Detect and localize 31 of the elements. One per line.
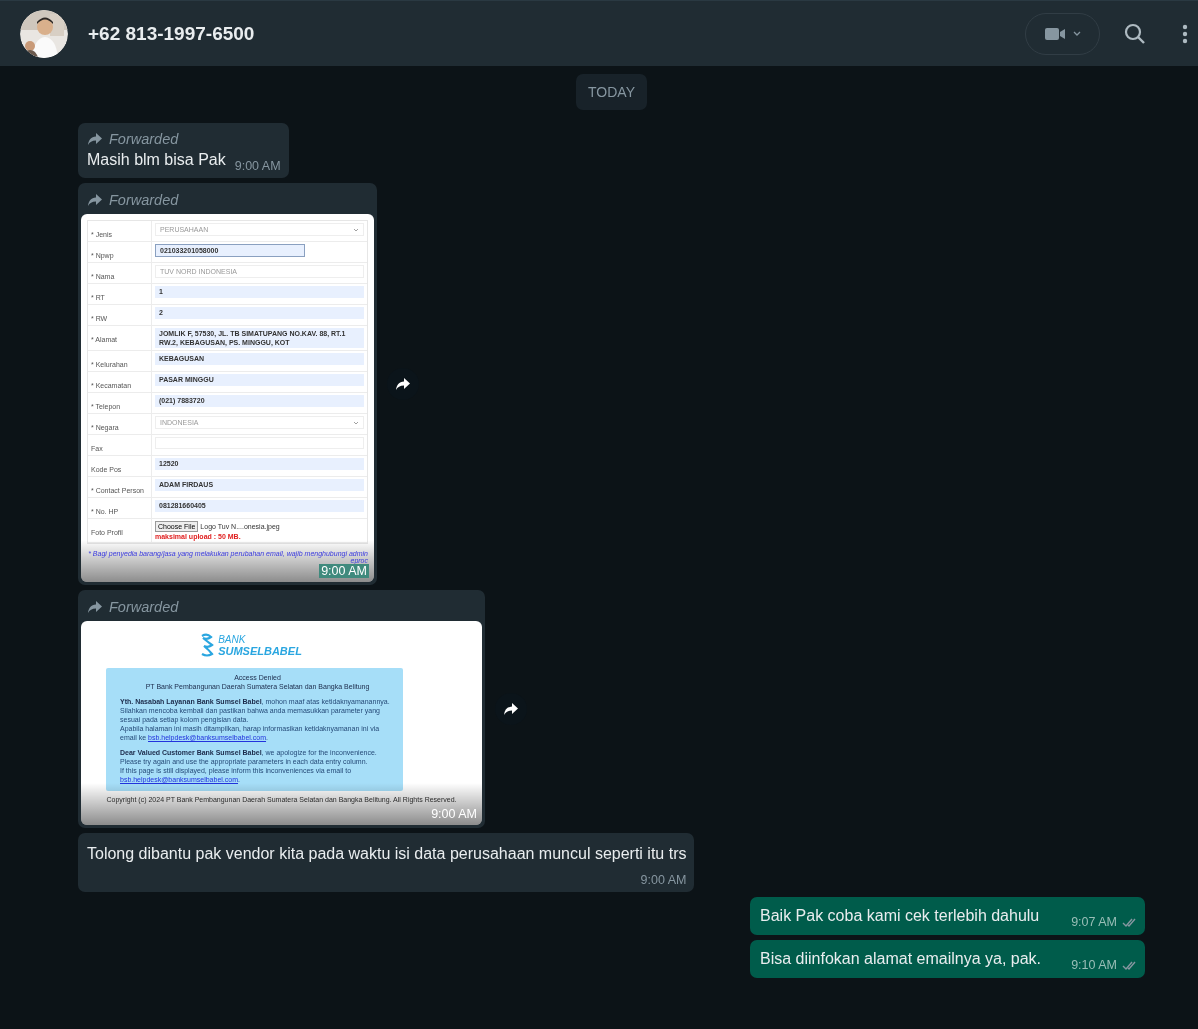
screenshot-image[interactable]	[81, 621, 482, 825]
forwarded-label: Forwarded	[109, 599, 179, 615]
share-icon	[395, 377, 411, 391]
message-text: Bisa diinfokan alamat emailnya ya, pak.	[760, 949, 1042, 969]
video-call-button[interactable]	[1025, 12, 1100, 55]
message-time: 9:00 AM	[640, 873, 687, 887]
forwarded-label: Forwarded	[109, 131, 179, 147]
chevron-icon	[353, 420, 359, 425]
message-time: 9:07 AM	[1071, 915, 1117, 929]
forward-icon	[87, 132, 103, 146]
date-chip: TODAY	[576, 74, 647, 110]
caret-icon	[1073, 30, 1081, 37]
message-text: Tolong dibantu pak vendor kita pada waktu isi data perusahaan muncul seperti itu trs	[87, 844, 687, 864]
menu-icon[interactable]	[1182, 22, 1188, 45]
message-time: 9:00 AM	[431, 807, 477, 821]
message-text: Baik Pak coba kami cek terlebih dahulu	[760, 906, 1040, 926]
message-time: 9:00 AM	[319, 564, 369, 578]
forwarded-label: Forwarded	[109, 192, 179, 208]
logo-text: SUMSELBABEL	[218, 644, 302, 657]
forward-icon	[87, 193, 103, 207]
forward-icon	[87, 600, 103, 614]
share-icon	[503, 702, 519, 716]
message-time: 9:00 AM	[234, 159, 281, 173]
message-time: 9:10 AM	[1071, 958, 1117, 972]
chevron-icon	[353, 227, 359, 232]
video-camera-icon	[1044, 25, 1066, 42]
logo-text: BANK	[218, 634, 247, 645]
message-text: Masih blm bisa Pak	[87, 150, 226, 170]
logo-icon	[199, 633, 216, 658]
contact-name[interactable]: +62 813-1997-6500	[88, 22, 255, 45]
search-icon[interactable]	[1124, 22, 1146, 45]
